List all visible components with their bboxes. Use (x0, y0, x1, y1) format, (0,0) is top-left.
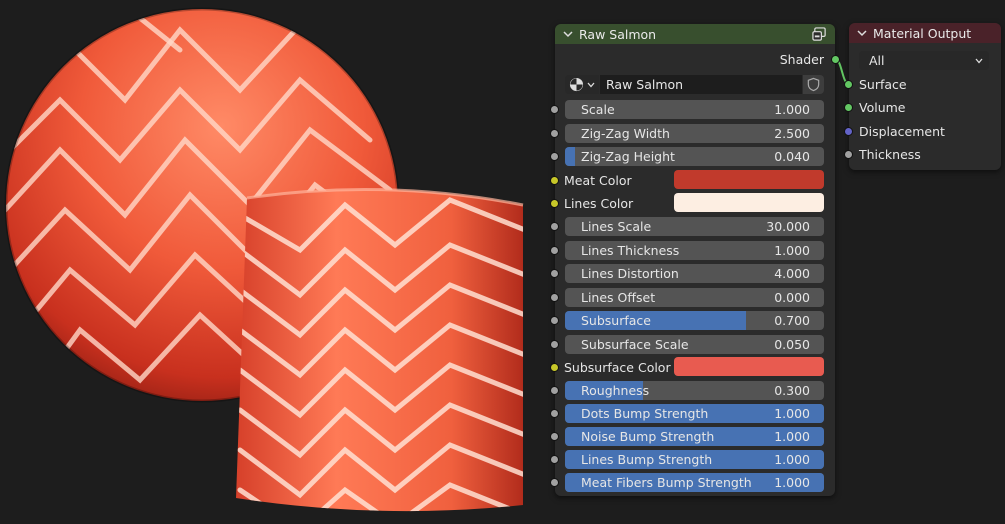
field-value: 1.000 (774, 406, 810, 421)
output-label-shader: Shader (779, 52, 824, 67)
lines-color-swatch[interactable] (674, 193, 824, 212)
input-socket-lines-offset[interactable] (550, 293, 559, 302)
input-socket-dots-bump[interactable] (550, 409, 559, 418)
target-dropdown[interactable]: All (859, 51, 989, 70)
socket-label-displacement: Displacement (859, 124, 945, 139)
field-label: Noise Bump Strength (581, 429, 715, 444)
input-socket-zigzag-width[interactable] (550, 129, 559, 138)
node-group-icon[interactable] (812, 27, 827, 42)
material-sphere-icon (569, 77, 584, 92)
input-socket-lines-distortion[interactable] (550, 269, 559, 278)
field-value: 1.000 (774, 243, 810, 258)
field-value: 1.000 (774, 475, 810, 490)
field-scale[interactable]: Scale 1.000 (565, 100, 824, 119)
input-socket-lines-bump[interactable] (550, 455, 559, 464)
field-lines-offset[interactable]: Lines Offset 0.000 (565, 288, 824, 307)
field-label: Scale (581, 102, 615, 117)
field-dots-bump-strength[interactable]: Dots Bump Strength 1.000 (565, 404, 824, 423)
field-value: 1.000 (774, 452, 810, 467)
subsurface-color-swatch[interactable] (674, 357, 824, 376)
field-subsurface[interactable]: Subsurface 0.700 (565, 311, 824, 330)
input-socket-roughness[interactable] (550, 386, 559, 395)
field-fill (565, 147, 576, 166)
input-socket-lines-color[interactable] (550, 199, 559, 208)
field-meat-fibers-bump-strength[interactable]: Meat Fibers Bump Strength 1.000 (565, 473, 824, 492)
field-value: 0.000 (774, 290, 810, 305)
input-socket-displacement[interactable] (844, 127, 853, 136)
fake-user-button[interactable] (803, 75, 824, 94)
input-socket-subsurface-scale[interactable] (550, 340, 559, 349)
field-lines-bump-strength[interactable]: Lines Bump Strength 1.000 (565, 450, 824, 469)
field-label: Roughness (581, 383, 650, 398)
input-socket-lines-scale[interactable] (550, 222, 559, 231)
field-label: Lines Thickness (581, 243, 680, 258)
field-label: Lines Offset (581, 290, 656, 305)
node-title: Material Output (873, 25, 972, 41)
input-socket-zigzag-height[interactable] (550, 152, 559, 161)
subsurface-color-label: Subsurface Color (564, 360, 671, 375)
shield-icon (807, 77, 820, 92)
field-label: Lines Bump Strength (581, 452, 713, 467)
node-header[interactable]: Material Output (849, 23, 1001, 43)
field-label: Lines Distortion (581, 266, 679, 281)
field-label: Zig-Zag Width (581, 126, 670, 141)
chevron-down-icon (975, 58, 983, 64)
field-lines-scale[interactable]: Lines Scale 30.000 (565, 217, 824, 236)
node-title: Raw Salmon (579, 26, 657, 42)
field-value: 1.000 (774, 102, 810, 117)
input-socket-subsurface-color[interactable] (550, 363, 559, 372)
field-zigzag-height[interactable]: Zig-Zag Height 0.040 (565, 147, 824, 166)
input-socket-fibers-bump[interactable] (550, 478, 559, 487)
input-socket-surface[interactable] (844, 80, 853, 89)
socket-label-thickness: Thickness (859, 147, 921, 162)
field-value: 0.050 (774, 337, 810, 352)
field-label: Subsurface Scale (581, 337, 689, 352)
field-label: Subsurface (581, 313, 651, 328)
datablock-name: Raw Salmon (606, 77, 684, 92)
field-value: 2.500 (774, 126, 810, 141)
input-socket-meat-color[interactable] (550, 176, 559, 185)
socket-label-volume: Volume (859, 100, 906, 115)
chevron-down-icon (587, 82, 595, 88)
field-value: 4.000 (774, 266, 810, 281)
input-socket-subsurface[interactable] (550, 316, 559, 325)
field-noise-bump-strength[interactable]: Noise Bump Strength 1.000 (565, 427, 824, 446)
chevron-down-icon[interactable] (857, 28, 867, 38)
output-socket-shader[interactable] (831, 55, 840, 64)
input-socket-volume[interactable] (844, 103, 853, 112)
field-zigzag-width[interactable]: Zig-Zag Width 2.500 (565, 124, 824, 143)
field-label: Zig-Zag Height (581, 149, 675, 164)
field-value: 1.000 (774, 429, 810, 444)
field-label: Lines Scale (581, 219, 652, 234)
field-label: Meat Fibers Bump Strength (581, 475, 752, 490)
field-value: 0.300 (774, 383, 810, 398)
input-socket-lines-thickness[interactable] (550, 246, 559, 255)
field-roughness[interactable]: Roughness 0.300 (565, 381, 824, 400)
field-lines-thickness[interactable]: Lines Thickness 1.000 (565, 241, 824, 260)
raw-salmon-node[interactable]: Raw Salmon (555, 24, 835, 496)
input-socket-thickness[interactable] (844, 150, 853, 159)
field-lines-distortion[interactable]: Lines Distortion 4.000 (565, 264, 824, 283)
field-subsurface-scale[interactable]: Subsurface Scale 0.050 (565, 335, 824, 354)
field-value: 0.040 (774, 149, 810, 164)
input-socket-noise-bump[interactable] (550, 432, 559, 441)
meat-color-label: Meat Color (564, 173, 632, 188)
field-value: 30.000 (766, 219, 810, 234)
lines-color-label: Lines Color (564, 196, 634, 211)
field-label: Dots Bump Strength (581, 406, 709, 421)
datablock-name-field[interactable]: Raw Salmon (600, 75, 802, 94)
chevron-down-icon[interactable] (563, 29, 573, 39)
field-value: 0.700 (774, 313, 810, 328)
meat-color-swatch[interactable] (674, 170, 824, 189)
material-browse-button[interactable] (565, 75, 599, 94)
input-socket-scale[interactable] (550, 105, 559, 114)
node-header[interactable]: Raw Salmon (555, 24, 835, 44)
target-value: All (869, 53, 885, 68)
socket-label-surface: Surface (859, 77, 907, 92)
